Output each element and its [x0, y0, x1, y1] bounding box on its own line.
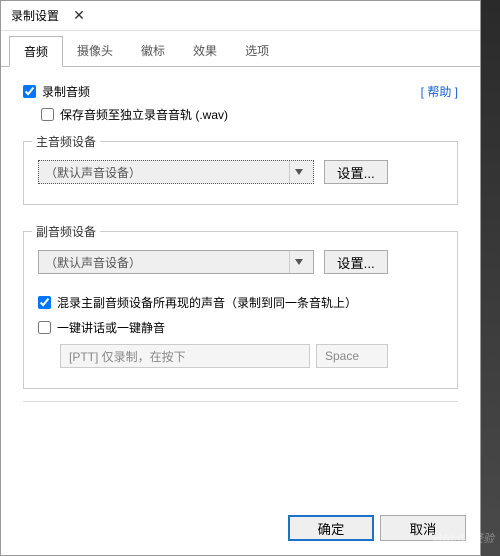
save-wav-checkbox[interactable]: [41, 108, 54, 121]
record-audio-row: 录制音频: [23, 83, 421, 100]
sub-device-legend: 副音频设备: [32, 223, 100, 240]
recording-settings-window: 录制设置 ✕ 音频 摄像头 徽标 效果 选项 [ 帮助 ] 录制音频 保存音频至…: [0, 0, 481, 556]
record-audio-checkbox[interactable]: [23, 85, 36, 98]
close-button[interactable]: ✕: [59, 2, 99, 30]
sub-device-group: 副音频设备 （默认声音设备） 设置... 混录主副音频设备所再现的声音（录制到同…: [23, 231, 458, 389]
main-device-legend: 主音频设备: [32, 133, 100, 150]
cancel-button[interactable]: 取消: [380, 515, 466, 541]
ok-button[interactable]: 确定: [288, 515, 374, 541]
help-link[interactable]: [ 帮助 ]: [421, 83, 458, 100]
dialog-buttons: 确定 取消: [1, 505, 480, 555]
ptt-toggle-row: 一键讲话或一键静音: [38, 319, 443, 336]
window-title: 录制设置: [11, 7, 59, 24]
main-device-settings-button[interactable]: 设置...: [324, 160, 388, 184]
tab-audio[interactable]: 音频: [9, 36, 63, 67]
mix-both-row: 混录主副音频设备所再现的声音（录制到同一条音轨上）: [38, 294, 443, 311]
main-device-group: 主音频设备 （默认声音设备） 设置...: [23, 141, 458, 205]
tab-effects[interactable]: 效果: [179, 36, 231, 67]
ptt-key-field: Space: [316, 344, 388, 368]
close-icon: ✕: [73, 7, 85, 24]
ptt-mode-field: [PTT] 仅录制，在按下: [60, 344, 310, 368]
record-audio-label: 录制音频: [42, 83, 90, 100]
mix-both-label: 混录主副音频设备所再现的声音（录制到同一条音轨上）: [57, 294, 357, 311]
tab-options[interactable]: 选项: [231, 36, 283, 67]
tab-content: [ 帮助 ] 录制音频 保存音频至独立录音音轨 (.wav) 主音频设备 （默认…: [1, 67, 480, 505]
main-device-value: （默认声音设备）: [45, 164, 141, 181]
sub-device-value: （默认声音设备）: [45, 254, 141, 271]
tab-logo[interactable]: 徽标: [127, 36, 179, 67]
titlebar: 录制设置 ✕: [1, 1, 480, 31]
ptt-toggle-label: 一键讲话或一键静音: [57, 319, 165, 336]
sub-device-settings-button[interactable]: 设置...: [324, 250, 388, 274]
sub-device-select[interactable]: （默认声音设备）: [38, 250, 314, 274]
tabs-bar: 音频 摄像头 徽标 效果 选项: [1, 35, 480, 67]
ptt-toggle-checkbox[interactable]: [38, 321, 51, 334]
chevron-down-icon: [289, 251, 307, 273]
chevron-down-icon: [289, 161, 307, 183]
tab-camera[interactable]: 摄像头: [63, 36, 127, 67]
mix-both-checkbox[interactable]: [38, 296, 51, 309]
ptt-config-row: [PTT] 仅录制，在按下 Space: [60, 344, 443, 368]
save-wav-row: 保存音频至独立录音音轨 (.wav): [41, 106, 458, 123]
main-device-select[interactable]: （默认声音设备）: [38, 160, 314, 184]
save-wav-label: 保存音频至独立录音音轨 (.wav): [60, 106, 228, 123]
